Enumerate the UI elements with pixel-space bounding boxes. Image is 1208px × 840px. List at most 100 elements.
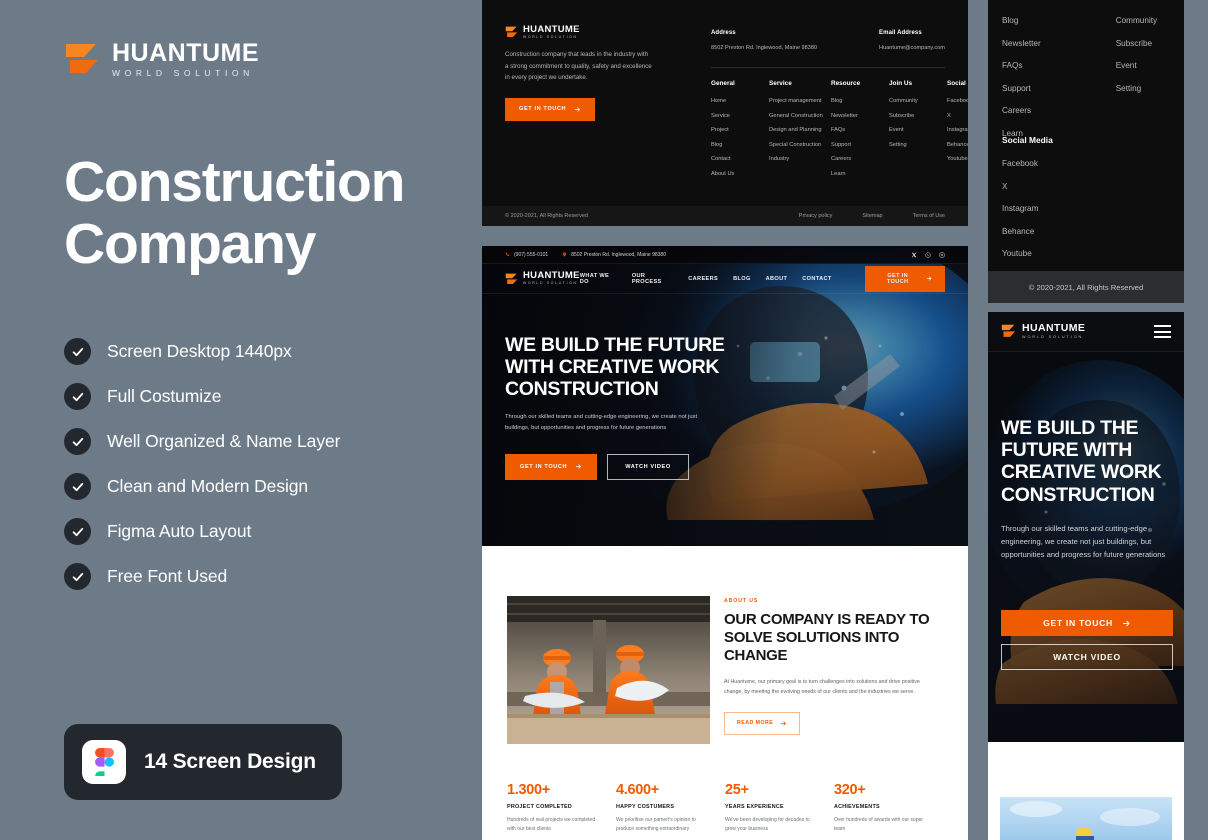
- feature-item: Full Costumize: [64, 383, 340, 410]
- nav-item-what-we-do[interactable]: WHAT WE DO: [580, 273, 617, 285]
- closeup-column-joinus: Join Us Community Subscribe Event Settin…: [1116, 0, 1157, 151]
- nav-wordmark: HUANTUME WORLD SOLUTION: [523, 271, 580, 285]
- footer-link[interactable]: Event: [889, 127, 947, 133]
- nav-item-contact[interactable]: CONTACT: [802, 276, 831, 282]
- right-preview-column: Resource Blog Newsletter FAQs Support Ca…: [988, 0, 1184, 840]
- topbar-address[interactable]: 8502 Preston Rd. Inglewood, Maine 98380: [562, 252, 666, 258]
- about-paragraph: At Huantume, our primary goal is to turn…: [724, 679, 920, 696]
- column-title: Resource: [831, 80, 861, 87]
- footer-link[interactable]: Newsletter: [831, 113, 889, 119]
- arrow-right-icon: [926, 276, 932, 281]
- footer-link[interactable]: Blog: [711, 142, 769, 148]
- screen-count-label: 14 Screen Design: [144, 750, 316, 773]
- instagram-icon[interactable]: [939, 252, 945, 258]
- feature-label: Free Font Used: [107, 566, 228, 586]
- footer-link[interactable]: X: [1002, 182, 1053, 191]
- feature-label: Well Organized & Name Layer: [107, 431, 341, 451]
- footer-link[interactable]: Careers: [1002, 106, 1041, 115]
- column-title: Service: [769, 80, 792, 87]
- footer-link[interactable]: Special Construction: [769, 142, 831, 148]
- footer-link[interactable]: FAQs: [1002, 61, 1041, 70]
- footer-link[interactable]: Learn: [831, 171, 889, 177]
- footer-link[interactable]: Industry: [769, 156, 831, 162]
- footer-link[interactable]: Instagram: [947, 127, 968, 133]
- footer-link[interactable]: Project: [711, 127, 769, 133]
- footer-link[interactable]: X: [947, 113, 968, 119]
- footer-link[interactable]: General Construction: [769, 113, 831, 119]
- footer-link[interactable]: FAQs: [831, 127, 889, 133]
- footer-link[interactable]: Facebook: [947, 98, 968, 104]
- arrow-right-icon: [1122, 620, 1130, 626]
- footer-link[interactable]: Youtube: [947, 156, 968, 162]
- x-icon[interactable]: [911, 252, 917, 258]
- nav-item-blog[interactable]: BLOG: [733, 276, 751, 282]
- footer-link[interactable]: Behance: [947, 142, 968, 148]
- right-margin: [1184, 0, 1208, 840]
- footer-link[interactable]: Blog: [1002, 16, 1041, 25]
- column-title: Social Media: [947, 80, 968, 87]
- mobile-watch-video-button[interactable]: WATCH VIDEO: [1001, 644, 1173, 670]
- phone-icon: [505, 252, 510, 256]
- section-gap: [988, 303, 1184, 312]
- column-gap: [968, 0, 988, 840]
- mobile-logo[interactable]: HUANTUME WORLD SOLUTION: [1001, 323, 1085, 339]
- footer-get-in-touch-button[interactable]: GET IN TOUCH: [505, 97, 596, 121]
- hero-watch-video-button[interactable]: WATCH VIDEO: [607, 453, 689, 480]
- footer-link[interactable]: Project management: [769, 98, 831, 104]
- column-title: Join Us: [1116, 0, 1157, 2]
- nav-logo[interactable]: HUANTUME WORLD SOLUTION: [505, 271, 580, 285]
- footer-link[interactable]: Newsletter: [1002, 39, 1041, 48]
- footer-link[interactable]: Blog: [831, 98, 889, 104]
- mobile-get-in-touch-button[interactable]: GET IN TOUCH: [1001, 610, 1173, 636]
- footer-link[interactable]: Instagram: [1002, 204, 1053, 213]
- center-preview-column: HUANTUME WORLD SOLUTION Construction com…: [482, 0, 968, 840]
- footer-link[interactable]: Community: [1116, 16, 1157, 25]
- stat-label: HAPPY COSTUMERS: [616, 804, 675, 810]
- mobile-mockup: HUANTUME WORLD SOLUTION WE BUILD THE FUT…: [988, 312, 1184, 840]
- footer-link[interactable]: Event: [1116, 61, 1157, 70]
- footer-link[interactable]: Setting: [889, 142, 947, 148]
- about-read-more-button[interactable]: READ MORE: [724, 711, 801, 735]
- legal-link-privacy[interactable]: Privacy policy: [799, 213, 833, 219]
- nav-item-careers[interactable]: CAREERS: [688, 276, 718, 282]
- feature-item: Clean and Modern Design: [64, 473, 340, 500]
- footer-link[interactable]: Subscribe: [889, 113, 947, 119]
- hero-get-in-touch-button[interactable]: GET IN TOUCH: [505, 453, 598, 480]
- about-text-block: ABOUT US OUR COMPANY IS READY TO SOLVE S…: [724, 598, 944, 735]
- footer-link[interactable]: Careers: [831, 156, 889, 162]
- nav-item-our-process[interactable]: OUR PROCESS: [632, 273, 673, 285]
- brand-tagline: WORLD SOLUTION: [523, 281, 578, 286]
- stat-description: Over hundreds of awards with our super t…: [834, 817, 923, 832]
- footer-link[interactable]: Facebook: [1002, 159, 1053, 168]
- footer-link[interactable]: Design and Planning: [769, 127, 831, 133]
- footer-column-social: Social Media Facebook X Instagram Behanc…: [947, 80, 968, 185]
- about-image: [507, 596, 710, 744]
- figma-icon: [82, 740, 126, 784]
- footer-link[interactable]: Home: [711, 98, 769, 104]
- footer-link[interactable]: Subscribe: [1116, 39, 1157, 48]
- footer-link[interactable]: Setting: [1116, 84, 1157, 93]
- feature-label: Clean and Modern Design: [107, 476, 309, 496]
- brand-name: HUANTUME: [523, 24, 580, 35]
- footer-link[interactable]: Youtube: [1002, 249, 1053, 258]
- footer-link[interactable]: Support: [1002, 84, 1041, 93]
- footer-link[interactable]: Service: [711, 113, 769, 119]
- footer-link[interactable]: Contact: [711, 156, 769, 162]
- nav-get-in-touch-button[interactable]: GET IN TOUCH: [864, 265, 945, 292]
- hamburger-menu-icon[interactable]: [1154, 325, 1171, 338]
- nav-item-about[interactable]: ABOUT: [766, 276, 788, 282]
- legal-link-sitemap[interactable]: Sitemap: [862, 213, 882, 219]
- topbar-phone[interactable]: (907) 555-0101: [505, 252, 548, 258]
- footer-link[interactable]: Community: [889, 98, 947, 104]
- footer-mockup: HUANTUME WORLD SOLUTION Construction com…: [482, 0, 968, 226]
- map-pin-icon: [563, 252, 567, 257]
- footer-link[interactable]: Support: [831, 142, 889, 148]
- whatsapp-icon[interactable]: [925, 251, 931, 258]
- brand-tagline: WORLD SOLUTION: [523, 35, 578, 39]
- footer-link[interactable]: Behance: [1002, 227, 1053, 236]
- footer-link[interactable]: About Us: [711, 171, 769, 177]
- stat-number: 4.600+: [616, 782, 659, 798]
- contact-value: Huantume@company.com: [879, 45, 945, 51]
- legal-link-terms[interactable]: Terms of Use: [913, 213, 945, 219]
- stat-item: 320+ ACHIEVEMENTS Over hundreds of award…: [834, 782, 943, 834]
